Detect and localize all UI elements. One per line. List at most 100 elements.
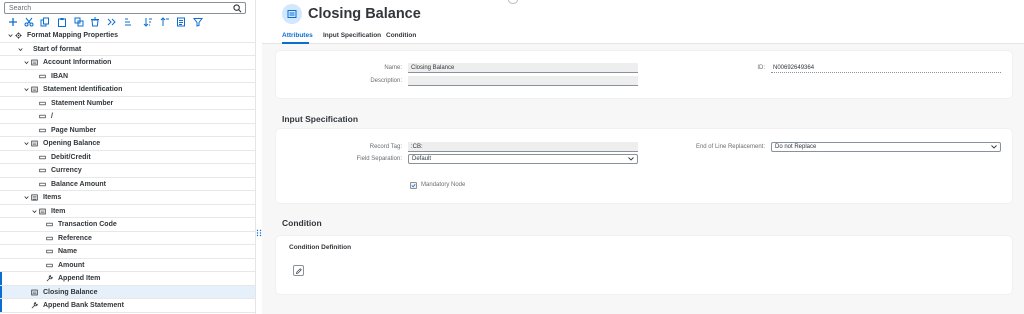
tree-node-label: IBAN — [51, 72, 69, 80]
tab-bar: Attributes Input Specification Condition — [262, 30, 1024, 44]
tree-node-label: Reference — [58, 234, 92, 242]
delete-icon[interactable] — [90, 17, 100, 27]
chevron-down-icon[interactable] — [8, 33, 13, 38]
tab-attributes[interactable]: Attributes — [282, 32, 313, 39]
tree-node[interactable]: Items — [0, 191, 255, 205]
eol-replacement-value: Do not Replace — [775, 144, 817, 150]
expand-icon[interactable] — [123, 17, 133, 27]
record-icon — [31, 86, 38, 93]
active-tab-indicator — [282, 42, 309, 44]
tree-node[interactable]: Page Number — [0, 124, 255, 137]
tree-node[interactable]: Statement Number — [0, 97, 255, 110]
gear-icon — [15, 32, 22, 39]
tree-node[interactable]: Currency — [0, 164, 255, 178]
tree-node[interactable]: Balance Amount — [0, 178, 255, 191]
chevron-down-icon[interactable] — [24, 141, 29, 146]
name-label: Name: — [384, 65, 402, 71]
mandatory-node-label: Mandatory Node — [421, 182, 466, 188]
field-icon — [46, 263, 53, 267]
tree-node[interactable]: / — [0, 110, 255, 124]
mandatory-node-checkbox[interactable] — [410, 182, 417, 189]
field-icon — [46, 222, 53, 227]
row-highlight-marker — [0, 285, 2, 298]
filter-icon[interactable] — [193, 17, 203, 27]
row-highlight-marker — [0, 272, 2, 285]
tree-node[interactable]: Debit/Credit — [0, 151, 255, 164]
name-field[interactable]: Closing Balance — [408, 63, 638, 73]
tab-input-specification[interactable]: Input Specification — [323, 32, 381, 39]
tree-node[interactable]: Statement Identification — [0, 83, 255, 97]
chevron-down-icon[interactable] — [32, 209, 37, 214]
edit-condition-button[interactable] — [293, 265, 304, 276]
tab-condition[interactable]: Condition — [386, 32, 416, 39]
sort-icon[interactable] — [143, 17, 153, 27]
tree-node-label: Closing Balance — [43, 288, 98, 296]
field-icon — [39, 182, 46, 186]
search-icon[interactable] — [233, 4, 242, 13]
pencil-icon — [296, 268, 302, 274]
tree-node[interactable]: IBAN — [0, 70, 255, 83]
chevron-down-icon[interactable] — [24, 195, 29, 200]
details-icon[interactable] — [176, 17, 186, 27]
field-icon — [39, 74, 46, 78]
tree-node[interactable]: Reference — [0, 232, 255, 245]
record-tag-field[interactable]: :CB: — [408, 142, 638, 152]
field-icon — [39, 114, 46, 119]
search-input[interactable]: Search — [4, 2, 246, 14]
add-icon[interactable] — [8, 17, 18, 27]
tree-node-label: Page Number — [51, 126, 97, 134]
tree-node[interactable]: Closing Balance — [0, 285, 255, 299]
chevron-down-icon[interactable] — [24, 60, 29, 65]
wrench-icon — [46, 275, 53, 282]
tree-node[interactable]: Account Information — [0, 56, 255, 70]
field-separation-value: Default — [412, 156, 432, 162]
format-tree: Format Mapping Properties Start of format… — [0, 29, 255, 313]
tree-node[interactable]: Start of format — [0, 43, 255, 56]
record-icon — [39, 208, 46, 214]
tree-node-label: Name — [58, 248, 78, 255]
paste-icon[interactable] — [57, 17, 67, 27]
field-icon — [39, 155, 46, 159]
tree-node[interactable]: Name — [0, 245, 255, 259]
collapse-header-button[interactable] — [508, 0, 518, 4]
chevron-down-icon — [991, 145, 997, 149]
move-icon[interactable] — [107, 17, 117, 27]
chevron-down-icon[interactable] — [24, 87, 29, 92]
tree-node-label: Format Mapping Properties — [27, 32, 119, 39]
eol-replacement-select[interactable]: Do not Replace — [771, 142, 1001, 152]
description-field[interactable] — [408, 76, 638, 86]
tree-node-label: Account Information — [43, 59, 112, 66]
record-icon — [31, 59, 38, 66]
condition-card: Condition Definition — [276, 236, 1012, 294]
chevron-down-icon[interactable] — [18, 47, 23, 52]
tree-node[interactable]: Transaction Code — [0, 218, 255, 232]
tree-node-label: Transaction Code — [58, 221, 117, 228]
field-separation-select[interactable]: Default — [408, 154, 638, 164]
tree-node-label: Balance Amount — [51, 180, 106, 188]
duplicate-icon[interactable] — [74, 17, 84, 27]
input-spec-card: Record Tag: :CB: Field Separation: Defau… — [276, 129, 1012, 203]
attributes-card: Name: Closing Balance Description: ID: N… — [276, 51, 1012, 98]
tree-node[interactable]: Append Item — [0, 272, 255, 286]
tree-node[interactable]: Append Bank Statement — [0, 299, 255, 313]
tree-node-label: Append Bank Statement — [43, 302, 124, 309]
tree-node-label: Debit/Credit — [51, 153, 91, 161]
description-label: Description: — [370, 78, 402, 84]
copy-icon[interactable] — [40, 17, 50, 27]
tree-node[interactable]: Item — [0, 205, 255, 218]
tree-node-label: Amount — [58, 261, 85, 269]
collapse-icon[interactable] — [160, 17, 170, 27]
tree-node[interactable]: Opening Balance — [0, 137, 255, 151]
page-title: Closing Balance — [308, 6, 421, 22]
record-icon — [31, 289, 38, 295]
tree-node-label: Statement Identification — [43, 86, 123, 93]
input-spec-title: Input Specification — [282, 114, 359, 124]
field-icon — [46, 249, 53, 254]
id-label: ID: — [757, 65, 765, 71]
id-field: N00692649364 — [771, 63, 1001, 73]
record-icon — [282, 4, 302, 24]
cut-icon[interactable] — [24, 17, 34, 27]
tree-node[interactable]: Format Mapping Properties — [0, 29, 255, 43]
tree-node-label: Item — [51, 207, 66, 215]
tree-node[interactable]: Amount — [0, 259, 255, 272]
